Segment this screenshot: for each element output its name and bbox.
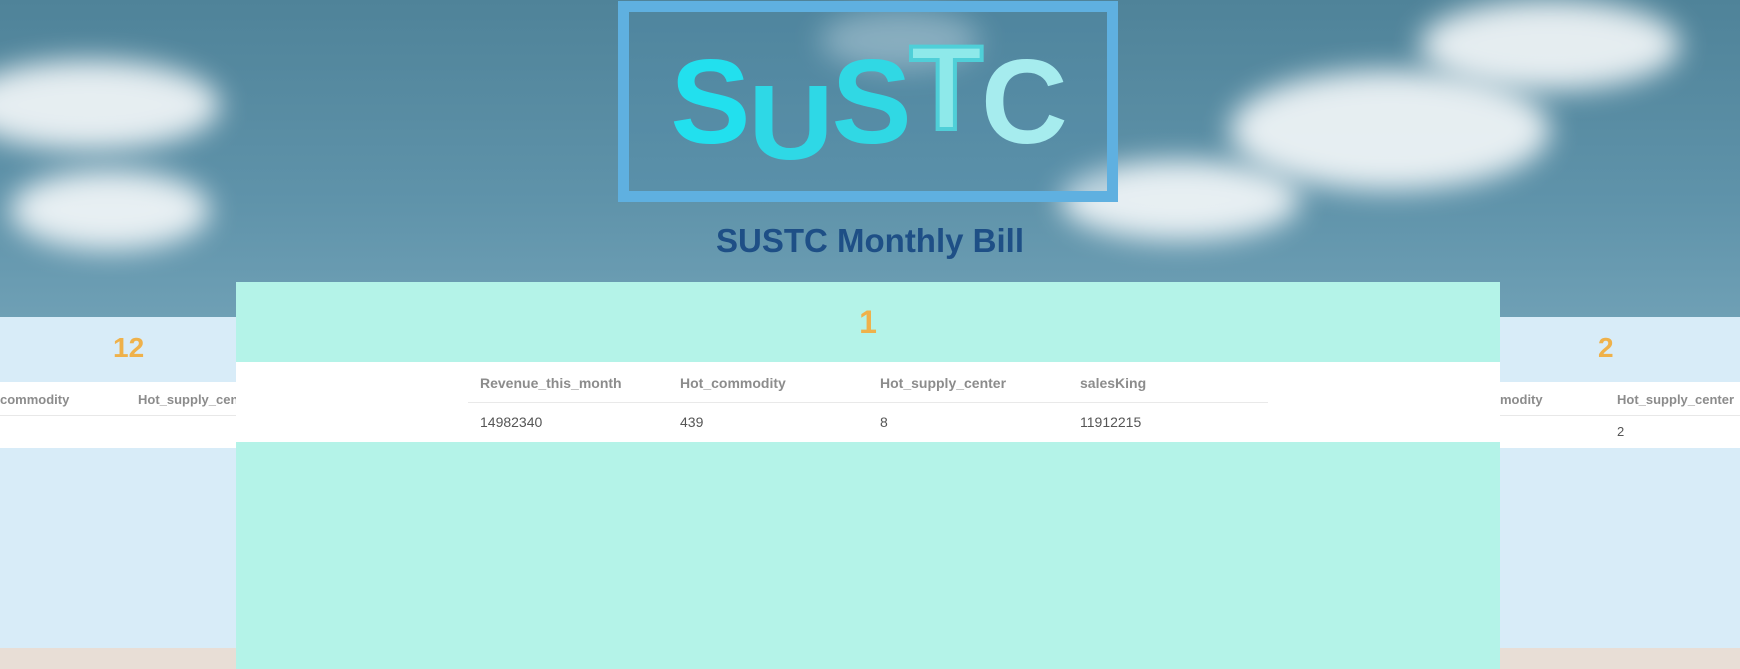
table-header: Hot_supply_cente (138, 392, 236, 407)
table-header: Hot_supply_center (1617, 392, 1735, 407)
cloud-decoration (1230, 70, 1550, 190)
logo-frame: SUSTC (618, 1, 1118, 202)
table-cell: 14982340 (480, 414, 543, 430)
carousel-card-previous[interactable]: 12 commodity Hot_supply_cente (0, 317, 236, 648)
carousel-card-current[interactable]: 1 Revenue_this_month Hot_commodity Hot_s… (236, 282, 1500, 669)
carousel-card-next[interactable]: 2 modity Hot_supply_center 2 (1500, 317, 1740, 648)
table-cell: 8 (880, 414, 888, 430)
table-divider (1500, 415, 1740, 416)
month-number: 12 (113, 332, 145, 363)
background-strip (1500, 648, 1740, 669)
cloud-decoration (1420, 0, 1680, 90)
table-header: Revenue_this_month (480, 375, 622, 391)
month-number: 2 (1598, 332, 1614, 363)
month-number: 1 (859, 304, 877, 340)
page-title: SUSTC Monthly Bill (716, 222, 1024, 259)
table-header: Hot_supply_center (880, 375, 1007, 391)
logo-letter: S (670, 35, 750, 169)
background-strip (0, 648, 236, 669)
table-divider (468, 402, 1268, 403)
logo-letter: C (980, 35, 1068, 169)
table-header: salesKing (1080, 375, 1147, 391)
sustc-logo: SUSTC (629, 26, 1107, 176)
table-header: Hot_commodity (680, 375, 786, 391)
table-header: commodity (0, 392, 70, 407)
table-divider (0, 415, 236, 416)
cloud-decoration (0, 60, 220, 150)
table-header: modity (1500, 392, 1543, 407)
table-cell: 2 (1617, 424, 1625, 439)
logo-letter: T (908, 21, 985, 155)
logo-letter: U (748, 63, 833, 183)
table-cell: 439 (680, 414, 704, 430)
table-cell: 11912215 (1080, 414, 1142, 430)
logo-letter: S (831, 35, 912, 169)
